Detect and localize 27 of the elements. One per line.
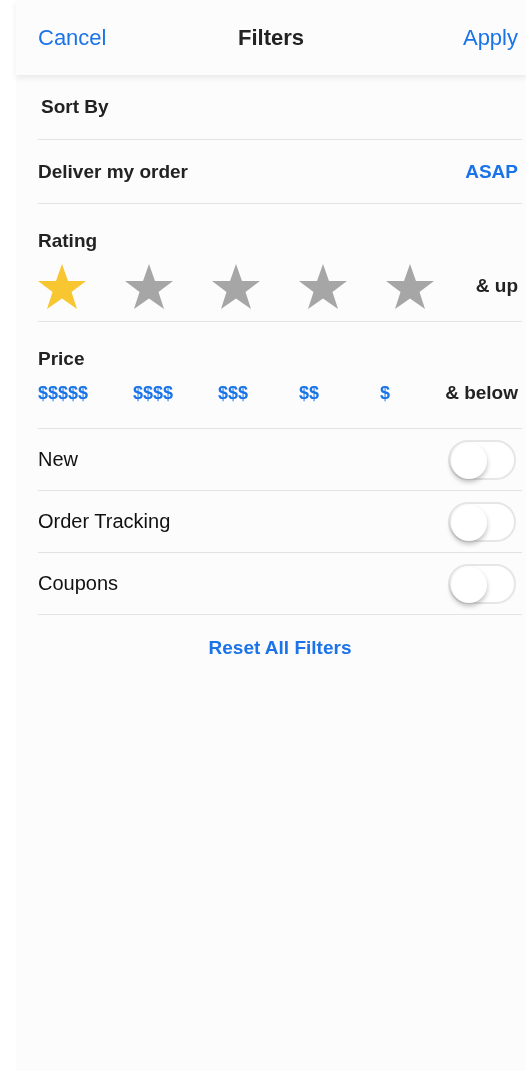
price-option[interactable]: $: [380, 382, 390, 404]
price-suffix: & below: [445, 382, 519, 404]
rating-label: Rating: [38, 230, 98, 251]
apply-button[interactable]: Apply: [462, 24, 518, 51]
screen-title: Filters: [238, 24, 304, 50]
delivery-option[interactable]: ASAP: [465, 160, 518, 183]
toggle-switch[interactable]: [448, 563, 516, 604]
toggle-switch[interactable]: [448, 439, 516, 480]
empty-star-icon[interactable]: [386, 262, 434, 310]
price-label: Price: [38, 348, 85, 369]
price-option[interactable]: $$$$$: [38, 382, 89, 404]
empty-star-icon[interactable]: [125, 262, 173, 310]
price-option[interactable]: $$$: [218, 382, 249, 404]
toggle-label: New: [38, 448, 78, 471]
toggle-label: Order Tracking: [38, 510, 171, 533]
reset-filters-link[interactable]: Reset All Filters: [208, 637, 352, 659]
sort-by-label: Sort By: [41, 96, 109, 118]
price-option[interactable]: $$$$: [133, 382, 174, 404]
toggle-switch[interactable]: [448, 501, 516, 542]
toggle-label: Coupons: [38, 572, 119, 595]
rating-suffix: & up: [475, 275, 518, 297]
cancel-button[interactable]: Cancel: [38, 24, 107, 51]
filled-star-icon[interactable]: [38, 262, 86, 310]
delivery-label: Deliver my order: [38, 160, 188, 183]
empty-star-icon[interactable]: [299, 262, 347, 310]
empty-star-icon[interactable]: [212, 262, 260, 310]
price-option[interactable]: $$: [299, 382, 320, 404]
